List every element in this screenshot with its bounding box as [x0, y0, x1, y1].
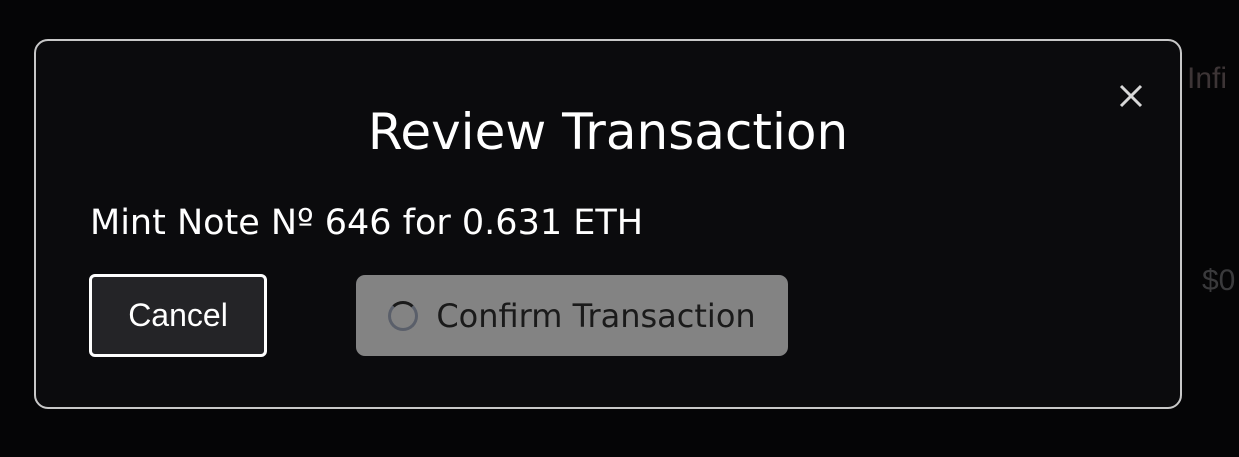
- modal-title: Review Transaction: [367, 103, 849, 161]
- loading-spinner-icon: [388, 300, 419, 331]
- transaction-summary: Mint Note Nº 646 for 0.631 ETH: [90, 203, 644, 243]
- cancel-button[interactable]: Cancel: [89, 274, 267, 357]
- confirm-transaction-button[interactable]: Confirm Transaction: [356, 275, 788, 356]
- background-price-text: $0: [1202, 264, 1236, 297]
- background-partial-text: Infi: [1187, 62, 1228, 95]
- cancel-label: Cancel: [128, 297, 228, 333]
- confirm-label: Confirm Transaction: [436, 296, 756, 335]
- review-transaction-modal: Review Transaction Mint Note Nº 646 for …: [34, 39, 1182, 409]
